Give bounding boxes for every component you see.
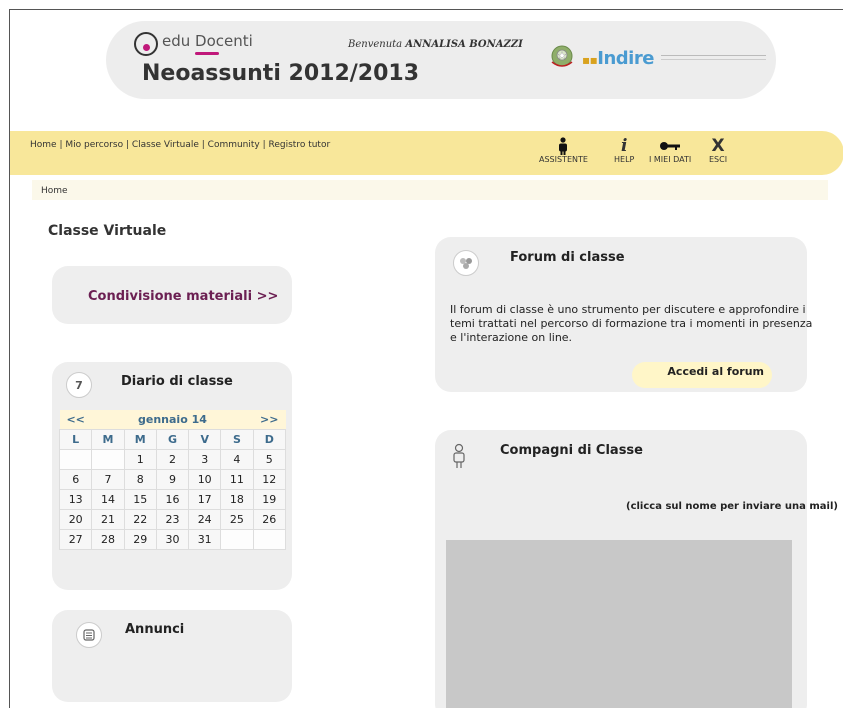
announcements-icon xyxy=(76,622,102,648)
calendar-day[interactable]: 23 xyxy=(155,509,190,530)
calendar-week-row: 13 14 15 16 17 18 19 xyxy=(58,489,287,510)
calendar-day[interactable]: 3 xyxy=(188,449,222,470)
help-label: HELP xyxy=(614,155,635,164)
calendar-day[interactable]: 22 xyxy=(123,509,157,530)
classmates-list-area xyxy=(446,540,792,708)
forum-description: Il forum di classe è uno strumento per d… xyxy=(450,303,813,344)
indire-dots-icon: ▪▪ xyxy=(582,53,598,67)
calendar-week-row: 27 28 29 30 31 xyxy=(58,529,287,550)
main-nav: Home | Mio percorso | Classe Virtuale | … xyxy=(30,140,331,150)
calendar-day[interactable]: 24 xyxy=(188,509,222,530)
assistente-label: ASSISTENTE xyxy=(539,155,588,164)
calendar-day[interactable]: 15 xyxy=(123,489,157,510)
calendar-empty-cell xyxy=(252,529,287,550)
calendar-table: << gennaio 14 >> L M M G V S D 1 2 3 4 5… xyxy=(58,410,287,550)
indire-logo: ▪▪Indire xyxy=(582,48,654,69)
calendar-day[interactable]: 27 xyxy=(58,529,93,550)
weekday-label: G xyxy=(155,429,190,450)
breadcrumb-bar xyxy=(32,180,828,200)
page-title: Classe Virtuale xyxy=(48,223,167,239)
calendar-day[interactable]: 6 xyxy=(58,469,93,490)
welcome-message: Benvenuta ANNALISA BONAZZI xyxy=(348,39,523,50)
logo-dot xyxy=(143,44,150,51)
indire-subtitle xyxy=(661,54,766,62)
accedi-forum-button[interactable]: Accedi al forum xyxy=(632,362,772,388)
calendar-empty-cell xyxy=(220,529,254,550)
calendar-week-row: 6 7 8 9 10 11 12 xyxy=(58,469,287,490)
condivisione-materiali-link[interactable]: Condivisione materiali >> xyxy=(88,289,278,304)
weekday-label: M xyxy=(91,429,125,450)
calendar-day[interactable]: 31 xyxy=(188,529,222,550)
calendar-day[interactable]: 8 xyxy=(123,469,157,490)
esci-button[interactable]: X ESCI xyxy=(709,137,727,164)
nav-link-home[interactable]: Home xyxy=(30,140,57,150)
weekday-label: V xyxy=(188,429,222,450)
logo-text: edu Docenti xyxy=(162,32,253,50)
calendar-day[interactable]: 26 xyxy=(252,509,287,530)
forum-title: Forum di classe xyxy=(510,250,625,265)
calendar-week-row: 1 2 3 4 5 xyxy=(58,449,287,470)
calendar-weekdays-row: L M M G V S D xyxy=(58,429,287,450)
page-frame: edu Docenti Neoassunti 2012/2013 Benvenu… xyxy=(9,9,843,708)
calendar-month: gennaio 14 xyxy=(91,410,254,430)
calendar-prev-button[interactable]: << xyxy=(59,410,92,430)
republic-emblem-icon xyxy=(551,45,573,67)
calendar-day[interactable]: 10 xyxy=(188,469,222,490)
weekday-label: S xyxy=(220,429,254,450)
nav-link-registro-tutor[interactable]: Registro tutor xyxy=(269,140,331,150)
calendar-day[interactable]: 28 xyxy=(91,529,125,550)
welcome-prefix: Benvenuta xyxy=(348,39,403,50)
calendar-day[interactable]: 12 xyxy=(252,469,287,490)
forum-icon xyxy=(453,250,479,276)
assistente-button[interactable]: ASSISTENTE xyxy=(539,137,588,164)
calendar-empty-cell xyxy=(58,449,93,470)
help-button[interactable]: i HELP xyxy=(614,137,634,164)
calendar-next-button[interactable]: >> xyxy=(253,410,286,430)
calendar-day[interactable]: 13 xyxy=(58,489,93,510)
calendar-day[interactable]: 1 xyxy=(123,449,157,470)
nav-link-community[interactable]: Community xyxy=(208,140,260,150)
calendar-empty-cell xyxy=(91,449,125,470)
calendar-day[interactable]: 20 xyxy=(58,509,93,530)
compagni-hint: (clicca sul nome per inviare una mail) xyxy=(626,501,838,512)
calendar-day[interactable]: 9 xyxy=(155,469,190,490)
miei-dati-button[interactable]: I MIEI DATI xyxy=(649,137,691,164)
calendar-day[interactable]: 14 xyxy=(91,489,125,510)
weekday-label: D xyxy=(252,429,287,450)
calendar-day[interactable]: 25 xyxy=(220,509,254,530)
esci-label: ESCI xyxy=(709,155,728,164)
miei-dati-label: I MIEI DATI xyxy=(649,155,692,164)
info-icon: i xyxy=(620,136,628,156)
calendar-day[interactable]: 11 xyxy=(220,469,254,490)
calendar-day[interactable]: 2 xyxy=(155,449,190,470)
user-name: ANNALISA BONAZZI xyxy=(405,39,523,50)
calendar-day[interactable]: 30 xyxy=(155,529,190,550)
nav-link-mio-percorso[interactable]: Mio percorso xyxy=(65,140,123,150)
person-icon xyxy=(539,137,588,155)
calendar-day[interactable]: 19 xyxy=(252,489,287,510)
diario-title: Diario di classe xyxy=(121,374,233,389)
weekday-label: L xyxy=(58,429,93,450)
calendar-day[interactable]: 16 xyxy=(155,489,190,510)
nav-link-classe-virtuale[interactable]: Classe Virtuale xyxy=(132,140,199,150)
breadcrumb-home[interactable]: Home xyxy=(41,186,68,196)
compagni-title: Compagni di Classe xyxy=(500,443,643,458)
calendar-day[interactable]: 29 xyxy=(123,529,157,550)
classmate-icon xyxy=(449,443,469,469)
logo-underline xyxy=(195,52,219,55)
calendar-day[interactable]: 17 xyxy=(188,489,222,510)
calendar-icon: 7 xyxy=(66,372,92,398)
calendar-day[interactable]: 4 xyxy=(220,449,254,470)
calendar-day[interactable]: 18 xyxy=(220,489,254,510)
key-icon xyxy=(649,137,691,155)
close-icon: X xyxy=(711,136,725,156)
calendar-header-row: << gennaio 14 >> xyxy=(59,410,286,430)
calendar-week-row: 20 21 22 23 24 25 26 xyxy=(58,509,287,530)
site-title: Neoassunti 2012/2013 xyxy=(142,61,420,86)
weekday-label: M xyxy=(123,429,157,450)
calendar-day[interactable]: 7 xyxy=(91,469,125,490)
calendar-day[interactable]: 5 xyxy=(252,449,287,470)
annunci-title: Annunci xyxy=(125,622,185,637)
calendar-day[interactable]: 21 xyxy=(91,509,125,530)
